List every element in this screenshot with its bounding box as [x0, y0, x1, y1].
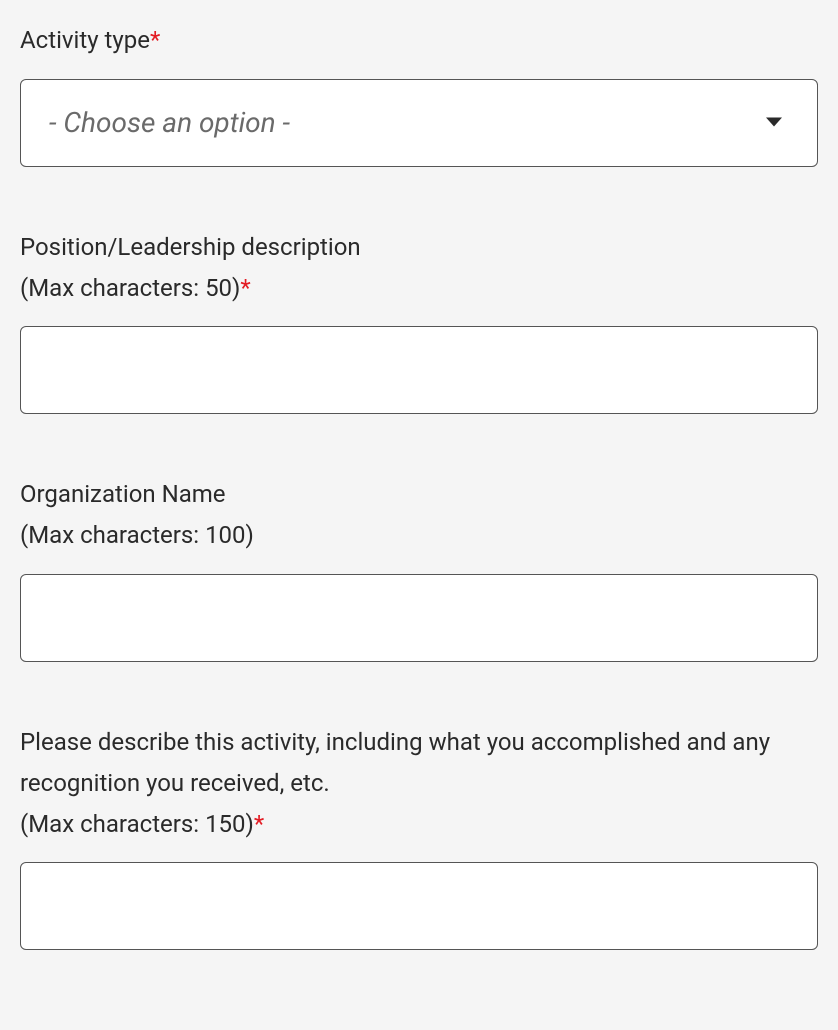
- organization-max-hint: (Max characters: 100): [20, 515, 818, 556]
- activity-type-group: Activity type* - Choose an option -: [20, 20, 818, 167]
- organization-group: Organization Name (Max characters: 100): [20, 474, 818, 662]
- description-input[interactable]: [20, 862, 818, 950]
- activity-type-label-block: Activity type*: [20, 20, 818, 61]
- description-label-block: Please describe this activity, including…: [20, 722, 818, 844]
- position-label-block: Position/Leadership description (Max cha…: [20, 227, 818, 309]
- organization-label: Organization Name: [20, 474, 818, 515]
- required-indicator: *: [254, 810, 264, 838]
- required-indicator: *: [150, 26, 160, 54]
- description-group: Please describe this activity, including…: [20, 722, 818, 950]
- activity-type-select[interactable]: - Choose an option -: [20, 79, 818, 167]
- required-indicator: *: [240, 274, 250, 302]
- position-input[interactable]: [20, 326, 818, 414]
- position-max-hint: (Max characters: 50)*: [20, 268, 818, 309]
- organization-input[interactable]: [20, 574, 818, 662]
- organization-label-block: Organization Name (Max characters: 100): [20, 474, 818, 556]
- position-label: Position/Leadership description: [20, 227, 818, 268]
- description-label: Please describe this activity, including…: [20, 722, 818, 804]
- chevron-down-icon: [765, 113, 783, 132]
- activity-type-label: Activity type: [20, 26, 150, 54]
- position-group: Position/Leadership description (Max cha…: [20, 227, 818, 415]
- select-placeholder: - Choose an option -: [49, 106, 290, 139]
- description-max-hint: (Max characters: 150)*: [20, 804, 818, 845]
